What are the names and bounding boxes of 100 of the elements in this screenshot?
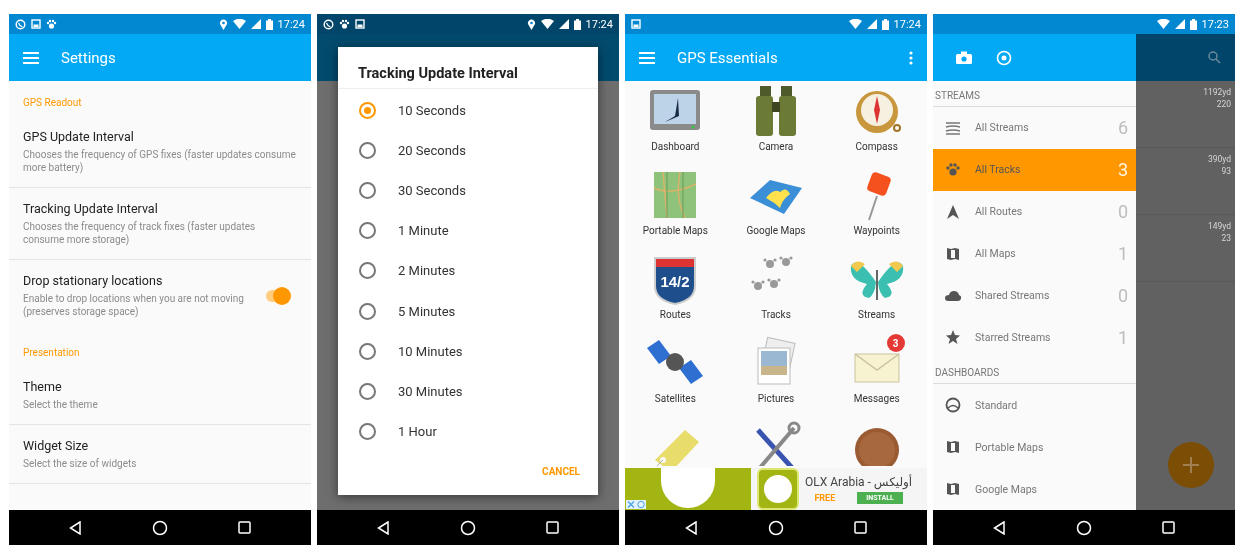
dialog-title: Tracking Update Interval: [338, 47, 598, 89]
image-icon: [631, 19, 641, 29]
radio-option[interactable]: 10 Minutes: [338, 331, 598, 372]
drawer-item[interactable]: Portable Maps: [933, 426, 1136, 469]
radio-option[interactable]: 1 Minute: [338, 210, 598, 251]
wifi-icon: [540, 19, 554, 29]
settings-item[interactable]: Tracking Update Interval Chooses the frequency of track fixes (faster updates consume more storage): [9, 188, 311, 260]
back-icon[interactable]: [377, 520, 389, 535]
setting-title: Widget Size: [23, 438, 90, 453]
drawer-item[interactable]: Standard: [933, 384, 1136, 427]
item-count: 1: [1117, 243, 1128, 265]
distance-text: 1192yd: [1203, 87, 1231, 97]
setting-summary: Select the size of widgets: [23, 457, 138, 470]
settings-item[interactable]: GPS Update Interval Chooses the frequency of GPS fixes (faster updates consume more battery): [9, 116, 311, 188]
radio-option[interactable]: 30 Seconds: [338, 170, 598, 211]
setting-summary: Enable to drop locations when you are not moving (preserves storage space): [23, 292, 245, 318]
setting-title: Drop stationary locations: [23, 273, 164, 288]
drawer-item[interactable]: All Streams 6: [933, 107, 1136, 149]
app-tile[interactable]: Google Maps: [725, 165, 827, 249]
back-icon[interactable]: [69, 520, 81, 535]
search-icon[interactable]: [1208, 51, 1221, 64]
section-header: Presentation: [22, 346, 81, 360]
app-tile[interactable]: Camera: [725, 81, 827, 165]
map-icon: [945, 439, 961, 456]
camera-icon[interactable]: [956, 51, 972, 64]
back-icon[interactable]: [993, 520, 1005, 535]
radio-option[interactable]: 20 Seconds: [338, 130, 598, 171]
setting-title: Tracking Update Interval: [23, 201, 159, 216]
image-icon: [355, 19, 365, 29]
radio-option[interactable]: 10 Seconds: [338, 90, 598, 131]
item-count: 6: [1117, 117, 1128, 139]
ad-price: FREE: [814, 492, 836, 503]
app-tile[interactable]: Satellites: [625, 333, 726, 417]
item-count: 1: [1117, 326, 1128, 348]
settings-item[interactable]: Drop stationary locations Enable to drop locations when you are not moving (preserves storage space): [9, 260, 311, 331]
setting-title: GPS Update Interval: [23, 129, 135, 144]
drawer-item[interactable]: All Tracks 3: [933, 148, 1136, 191]
status-time: 17:23: [1201, 17, 1229, 31]
radio-option[interactable]: 30 Minutes: [338, 371, 598, 412]
app-tile[interactable]: Streams: [826, 249, 927, 333]
drawer-item[interactable]: Starred Streams 1: [933, 316, 1136, 359]
location-pin-icon: [526, 18, 536, 30]
drawer-item[interactable]: All Maps 1: [933, 232, 1136, 275]
battery-icon: [265, 18, 273, 30]
battery-icon: [573, 18, 581, 30]
menu-icon[interactable]: [639, 51, 655, 64]
status-time: 17:24: [277, 17, 305, 31]
point-count: 220: [1216, 99, 1231, 109]
map-icon: [945, 481, 961, 498]
wifi-icon: [232, 19, 246, 29]
app-tile[interactable]: Portable Maps: [625, 165, 726, 249]
location-pin-icon: [218, 18, 228, 30]
radio-option[interactable]: 1 Hour: [338, 411, 598, 452]
notification-badge: 3: [886, 334, 905, 352]
drawer-item[interactable]: All Routes 0: [933, 190, 1136, 233]
section-header: GPS Readout: [22, 96, 83, 110]
settings-item[interactable]: Theme Select the theme: [9, 366, 311, 425]
ad-app-icon: [757, 468, 799, 510]
settings-item[interactable]: Widget Size Select the size of widgets: [9, 425, 311, 484]
home-icon[interactable]: [459, 519, 476, 536]
home-icon[interactable]: [767, 519, 784, 536]
app-bar-title: GPS Essentials: [677, 48, 779, 67]
radio-option[interactable]: 2 Minutes: [338, 250, 598, 291]
app-tile[interactable]: Tracks: [725, 249, 827, 333]
app-tile[interactable]: 3 Messages: [826, 333, 927, 417]
recents-icon[interactable]: [546, 521, 559, 534]
distance-text: 149yd: [1207, 221, 1231, 231]
item-count: 0: [1117, 201, 1128, 223]
paw-icon: [945, 161, 961, 178]
signal-icon: [558, 19, 569, 29]
app-tile[interactable]: Pictures: [725, 333, 827, 417]
battery-icon: [1189, 18, 1197, 30]
radio-option[interactable]: 5 Minutes: [338, 290, 598, 332]
lines-icon: [945, 119, 961, 136]
status-time: 17:24: [893, 17, 921, 31]
home-icon[interactable]: [1075, 519, 1092, 536]
map-icon: [945, 245, 961, 262]
app-bar-title: Settings: [61, 48, 117, 67]
app-tile[interactable]: Dashboard: [625, 81, 726, 165]
home-icon[interactable]: [151, 519, 168, 536]
plus-icon: [1182, 456, 1200, 474]
setting-summary: Chooses the frequency of GPS fixes (faster updates consume more battery): [23, 148, 297, 174]
status-time: 17:24: [585, 17, 613, 31]
app-tile[interactable]: Waypoints: [826, 165, 927, 249]
item-count: 0: [1117, 285, 1128, 306]
recents-icon[interactable]: [238, 521, 251, 534]
drawer-item[interactable]: Google Maps: [933, 468, 1136, 510]
wifi-icon: [848, 19, 862, 29]
target-icon[interactable]: [996, 49, 1012, 66]
recents-icon[interactable]: [854, 521, 867, 534]
drawer-item[interactable]: Shared Streams 0: [933, 274, 1136, 317]
recents-icon[interactable]: [1162, 521, 1175, 534]
gauge-icon: [945, 397, 961, 414]
back-icon[interactable]: [685, 520, 697, 535]
app-tile[interactable]: 14/2 Routes: [625, 249, 726, 333]
more-options-icon[interactable]: [909, 50, 913, 65]
ad-title: OLX Arabia - أوليكس: [805, 474, 913, 489]
app-tile[interactable]: Compass: [826, 81, 927, 165]
navigation-arrow-icon: [945, 203, 961, 220]
menu-icon[interactable]: [23, 51, 39, 64]
